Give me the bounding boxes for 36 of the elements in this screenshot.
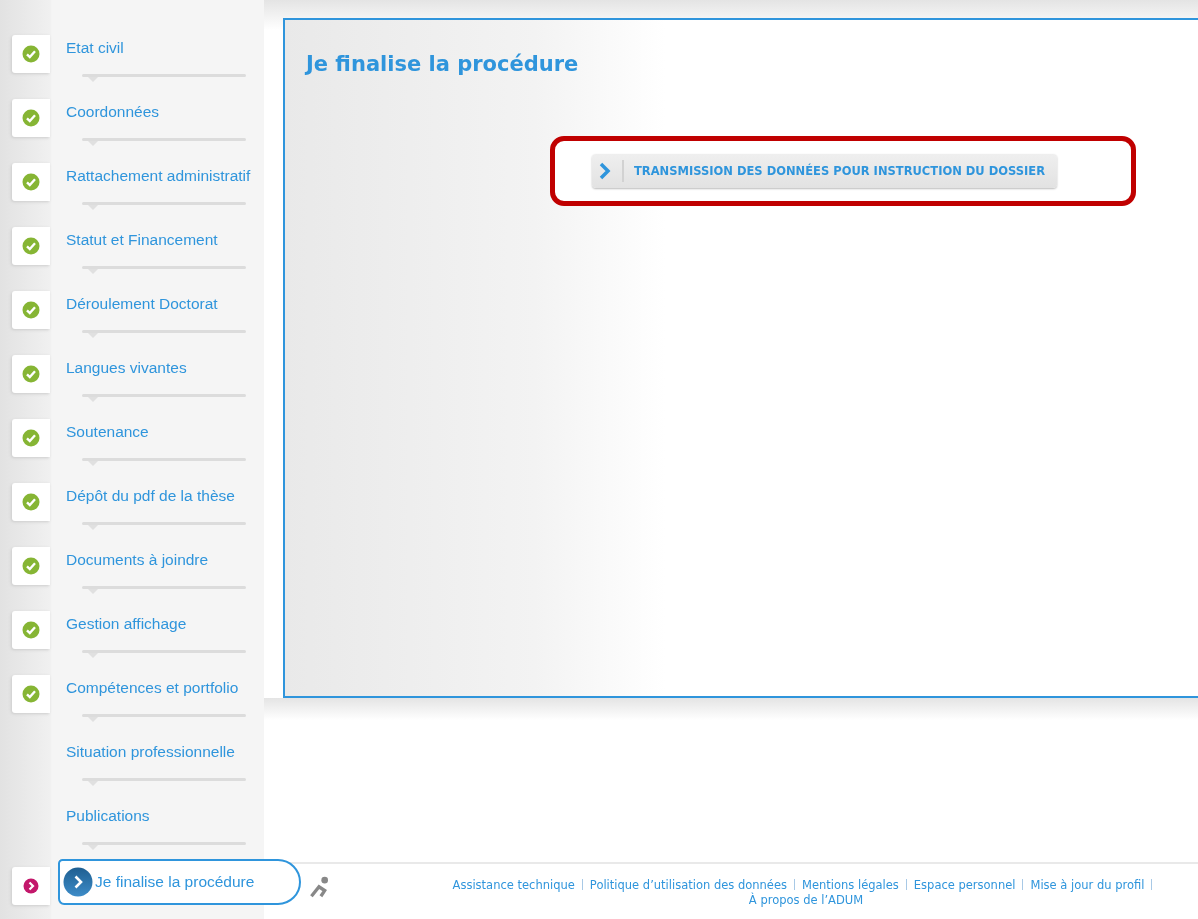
sidebar-item[interactable]: Situation professionnelle bbox=[66, 743, 235, 761]
person-logo-icon bbox=[310, 876, 328, 898]
check-icon bbox=[22, 109, 40, 127]
footer-link[interactable]: Politique d’utilisation des données bbox=[589, 878, 787, 892]
sidebar-item[interactable]: Etat civil bbox=[66, 39, 124, 57]
submit-button[interactable]: TRANSMISSION DES DONNÉES POUR INSTRUCTION DU DOSSIER bbox=[592, 154, 1058, 188]
check-icon bbox=[22, 45, 40, 63]
check-icon bbox=[22, 173, 40, 191]
sidebar-item[interactable]: Statut et Financement bbox=[66, 231, 218, 249]
sidebar-item[interactable]: Je finalise la procédure bbox=[58, 859, 301, 905]
footer-link[interactable]: Assistance technique bbox=[452, 878, 575, 892]
check-icon bbox=[22, 557, 40, 575]
sidebar-item[interactable]: Déroulement Doctorat bbox=[66, 295, 218, 313]
check-icon bbox=[22, 365, 40, 383]
check-icon bbox=[22, 429, 40, 447]
sidebar-item[interactable]: Dépôt du pdf de la thèse bbox=[66, 487, 235, 505]
check-icon bbox=[22, 301, 40, 319]
page-title: Je finalise la procédure bbox=[306, 52, 579, 76]
check-icon bbox=[22, 237, 40, 255]
check-icon bbox=[22, 493, 40, 511]
sidebar-item[interactable]: Langues vivantes bbox=[66, 359, 187, 377]
footer-link[interactable]: Espace personnel bbox=[913, 878, 1016, 892]
chevron-icon bbox=[598, 162, 612, 180]
sidebar-item[interactable]: Gestion affichage bbox=[66, 615, 187, 633]
footer-link[interactable]: À propos de l’ADUM bbox=[748, 893, 864, 907]
sidebar-item[interactable]: Publications bbox=[66, 807, 150, 825]
check-icon bbox=[22, 685, 40, 703]
sidebar-item[interactable]: Documents à joindre bbox=[66, 551, 209, 569]
sidebar-item[interactable]: Rattachement administratif bbox=[66, 167, 251, 185]
check-icon bbox=[22, 621, 40, 639]
sidebar-item[interactable]: Soutenance bbox=[66, 423, 149, 441]
sidebar-item[interactable]: Compétences et portfolio bbox=[66, 679, 239, 697]
chevron-icon bbox=[63, 867, 93, 897]
footer-link[interactable]: Mentions légales bbox=[802, 878, 899, 892]
sidebar-item[interactable]: Coordonnées bbox=[66, 103, 160, 121]
footer-link[interactable]: Mise à jour du profil bbox=[1030, 878, 1145, 892]
